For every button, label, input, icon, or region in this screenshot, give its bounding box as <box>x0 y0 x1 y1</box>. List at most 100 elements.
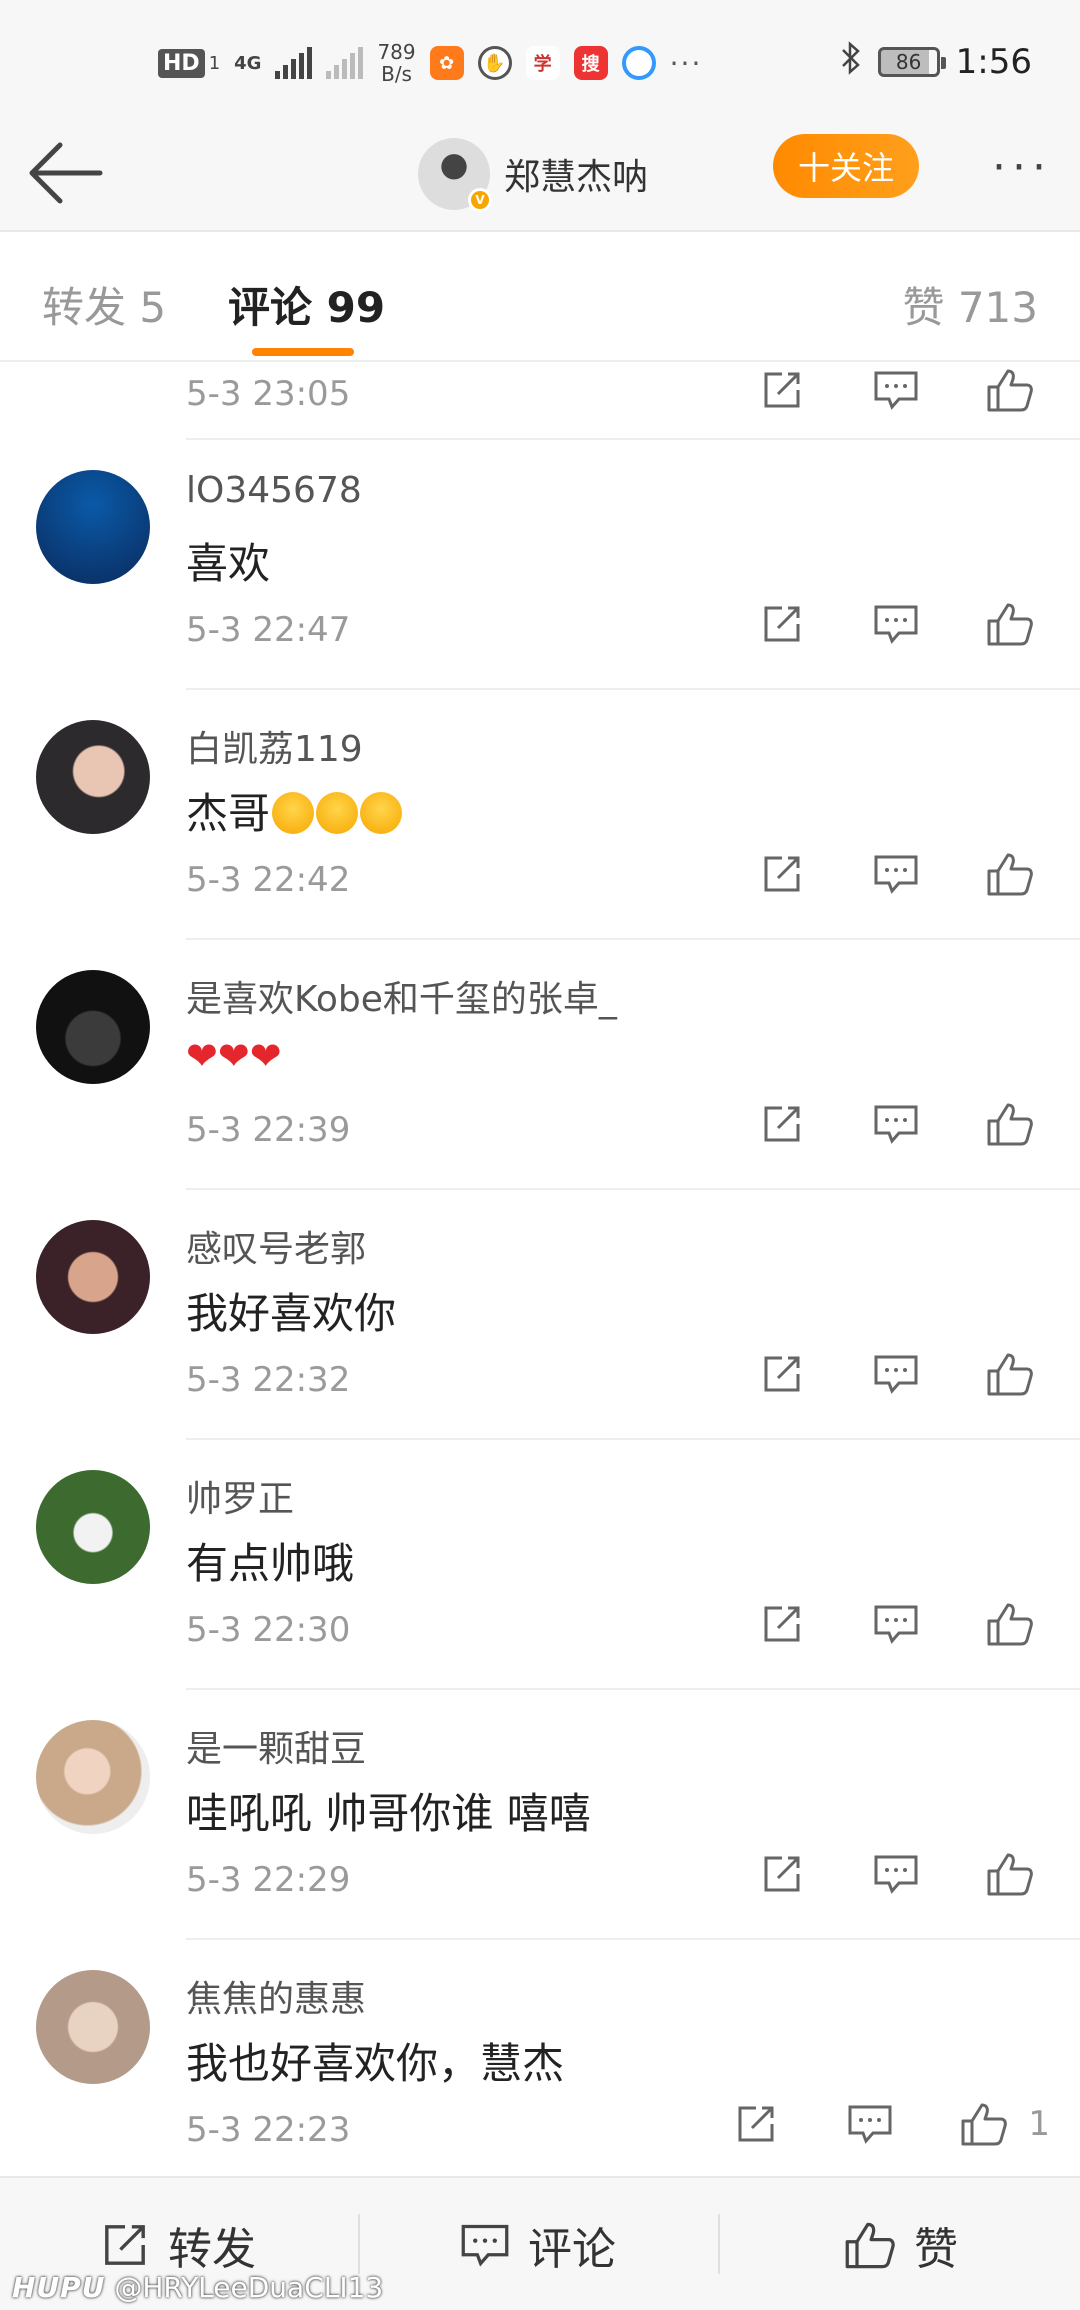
comment-button[interactable]: 评论 <box>460 2178 616 2310</box>
comment-item: 感叹号老郭 我好喜欢你 5-3 22:32 <box>0 1190 1080 1440</box>
share-icon[interactable] <box>732 2100 780 2148</box>
browser-icon <box>621 46 656 80</box>
tab-repost[interactable]: 转发 5 <box>42 274 166 335</box>
comment-actions <box>758 600 1034 648</box>
reply-icon[interactable] <box>872 600 920 648</box>
share-icon <box>105 2225 145 2265</box>
uc-browser-icon: ✿ <box>429 46 464 80</box>
signal-icon <box>275 47 313 79</box>
comment-time: 5-3 22:39 <box>186 1110 351 1150</box>
bluetooth-icon <box>840 41 862 83</box>
avatar[interactable] <box>36 970 150 1084</box>
comment-username[interactable]: 是喜欢Kobe和千玺的张卓_ <box>186 970 617 1022</box>
back-button[interactable] <box>26 138 106 208</box>
comment-username[interactable]: 白凯荔119 <box>186 720 363 772</box>
comment-list: 5-3 23:05 lO345678 喜欢 5-3 22:47 白凯荔119 杰… <box>0 364 1080 2190</box>
comment-item: 焦焦的惠惠 我也好喜欢你，慧杰 5-3 22:23 1 <box>0 1940 1080 2190</box>
share-icon[interactable] <box>758 1100 806 1148</box>
news-app-icon: 搜 <box>573 46 608 80</box>
bottom-action-bar: 转发 评论 赞 HUPU @HRYLeeDuaCLI13 <box>0 2176 1080 2310</box>
status-bar: HD 1 4G 789 B/s ✿ ✋ 学 搜 ··· 86 1:56 <box>0 0 1080 120</box>
comment-actions <box>758 1600 1034 1648</box>
avatar[interactable] <box>36 720 150 834</box>
reply-icon[interactable] <box>872 850 920 898</box>
signal-2-icon <box>326 47 364 79</box>
comment-item-partial: 5-3 23:05 <box>186 364 1080 440</box>
speed-unit: B/s <box>381 62 412 86</box>
like-icon[interactable] <box>986 1100 1034 1148</box>
heart-icon: ❤ <box>186 1034 218 1078</box>
clock: 1:56 <box>955 42 1032 82</box>
like-icon[interactable] <box>986 600 1034 648</box>
avatar[interactable] <box>36 1220 150 1334</box>
network-speed: 789 B/s <box>377 41 415 85</box>
avatar[interactable] <box>36 1970 150 2084</box>
comment-username[interactable]: 焦焦的惠惠 <box>186 1970 366 2022</box>
avatar[interactable] <box>36 1470 150 1584</box>
share-icon[interactable] <box>758 1600 806 1648</box>
like-icon <box>845 2222 895 2269</box>
account-header[interactable]: V 郑慧杰呐 <box>418 130 648 218</box>
divider <box>358 2214 360 2274</box>
share-icon[interactable] <box>758 600 806 648</box>
comment-text: 喜欢 <box>186 539 271 588</box>
comment-time: 5-3 22:23 <box>186 2110 351 2150</box>
comment-actions <box>758 366 1034 414</box>
like-count: 1 <box>1028 2104 1050 2144</box>
comment-username[interactable]: 感叹号老郭 <box>186 1220 366 1272</box>
comment-actions: 1 <box>732 2100 1050 2148</box>
comment-text: 哇吼吼 帅哥你谁 嘻嘻 <box>186 1789 591 1838</box>
like-icon[interactable] <box>986 1350 1034 1398</box>
account-name[interactable]: 郑慧杰呐 <box>504 148 648 200</box>
share-icon[interactable] <box>758 1350 806 1398</box>
share-icon[interactable] <box>758 1850 806 1898</box>
hand-icon: ✋ <box>477 46 512 80</box>
like-icon[interactable] <box>986 1600 1034 1648</box>
reply-icon[interactable] <box>872 1600 920 1648</box>
reply-icon[interactable] <box>846 2100 894 2148</box>
share-icon[interactable] <box>758 850 806 898</box>
status-bar-right: 86 1:56 <box>840 36 1032 88</box>
comment-text: 杰哥 <box>186 780 403 841</box>
comment-time: 5-3 23:05 <box>186 374 351 414</box>
avatar[interactable] <box>36 470 150 584</box>
tab-comments[interactable]: 评论 99 <box>228 274 385 335</box>
comment-actions <box>758 1100 1034 1148</box>
like-icon[interactable] <box>986 366 1034 414</box>
comment-username[interactable]: 帅罗正 <box>186 1470 294 1522</box>
watermark-brand: HUPU <box>12 2271 106 2304</box>
heart-icon: ❤ <box>217 1034 250 1078</box>
comment-text: 有点帅哦 <box>186 1539 355 1588</box>
like-icon[interactable] <box>986 850 1034 898</box>
comment-username[interactable]: lO345678 <box>186 470 362 511</box>
reply-icon[interactable] <box>872 1100 920 1148</box>
battery-indicator: 86 <box>877 47 946 77</box>
comment-text-content: 杰哥 <box>186 789 271 838</box>
like-button[interactable]: 赞 <box>844 2178 958 2310</box>
comment-username[interactable]: 是一颗甜豆 <box>186 1720 366 1772</box>
shy-emoji-icon <box>360 791 403 834</box>
network-type: 4G <box>234 52 262 74</box>
overflow-icon: ··· <box>669 46 703 80</box>
comment-item: 是一颗甜豆 哇吼吼 帅哥你谁 嘻嘻 5-3 22:29 <box>0 1690 1080 1940</box>
comment-item: 白凯荔119 杰哥 5-3 22:42 <box>0 690 1080 940</box>
avatar[interactable] <box>36 1720 150 1834</box>
back-arrow-icon <box>29 142 103 204</box>
like-icon[interactable] <box>960 2100 1008 2148</box>
verified-icon: V <box>468 188 492 212</box>
like-icon[interactable] <box>986 1850 1034 1898</box>
nav-bar: V 郑慧杰呐 十关注 ··· <box>0 120 1080 232</box>
tab-likes[interactable]: 赞 713 <box>902 274 1038 335</box>
account-avatar[interactable]: V <box>418 138 492 212</box>
follow-button[interactable]: 十关注 <box>773 134 919 198</box>
reply-icon[interactable] <box>872 1850 920 1898</box>
comment-icon <box>461 2224 509 2267</box>
more-options-icon[interactable]: ··· <box>992 146 1052 190</box>
comment-text: ❤❤❤ <box>186 1030 282 1079</box>
comment-actions <box>758 1350 1034 1398</box>
heart-icon: ❤ <box>249 1034 282 1078</box>
reply-icon[interactable] <box>872 1350 920 1398</box>
comment-time: 5-3 22:30 <box>186 1610 351 1650</box>
reply-icon[interactable] <box>872 366 920 414</box>
share-icon[interactable] <box>758 366 806 414</box>
